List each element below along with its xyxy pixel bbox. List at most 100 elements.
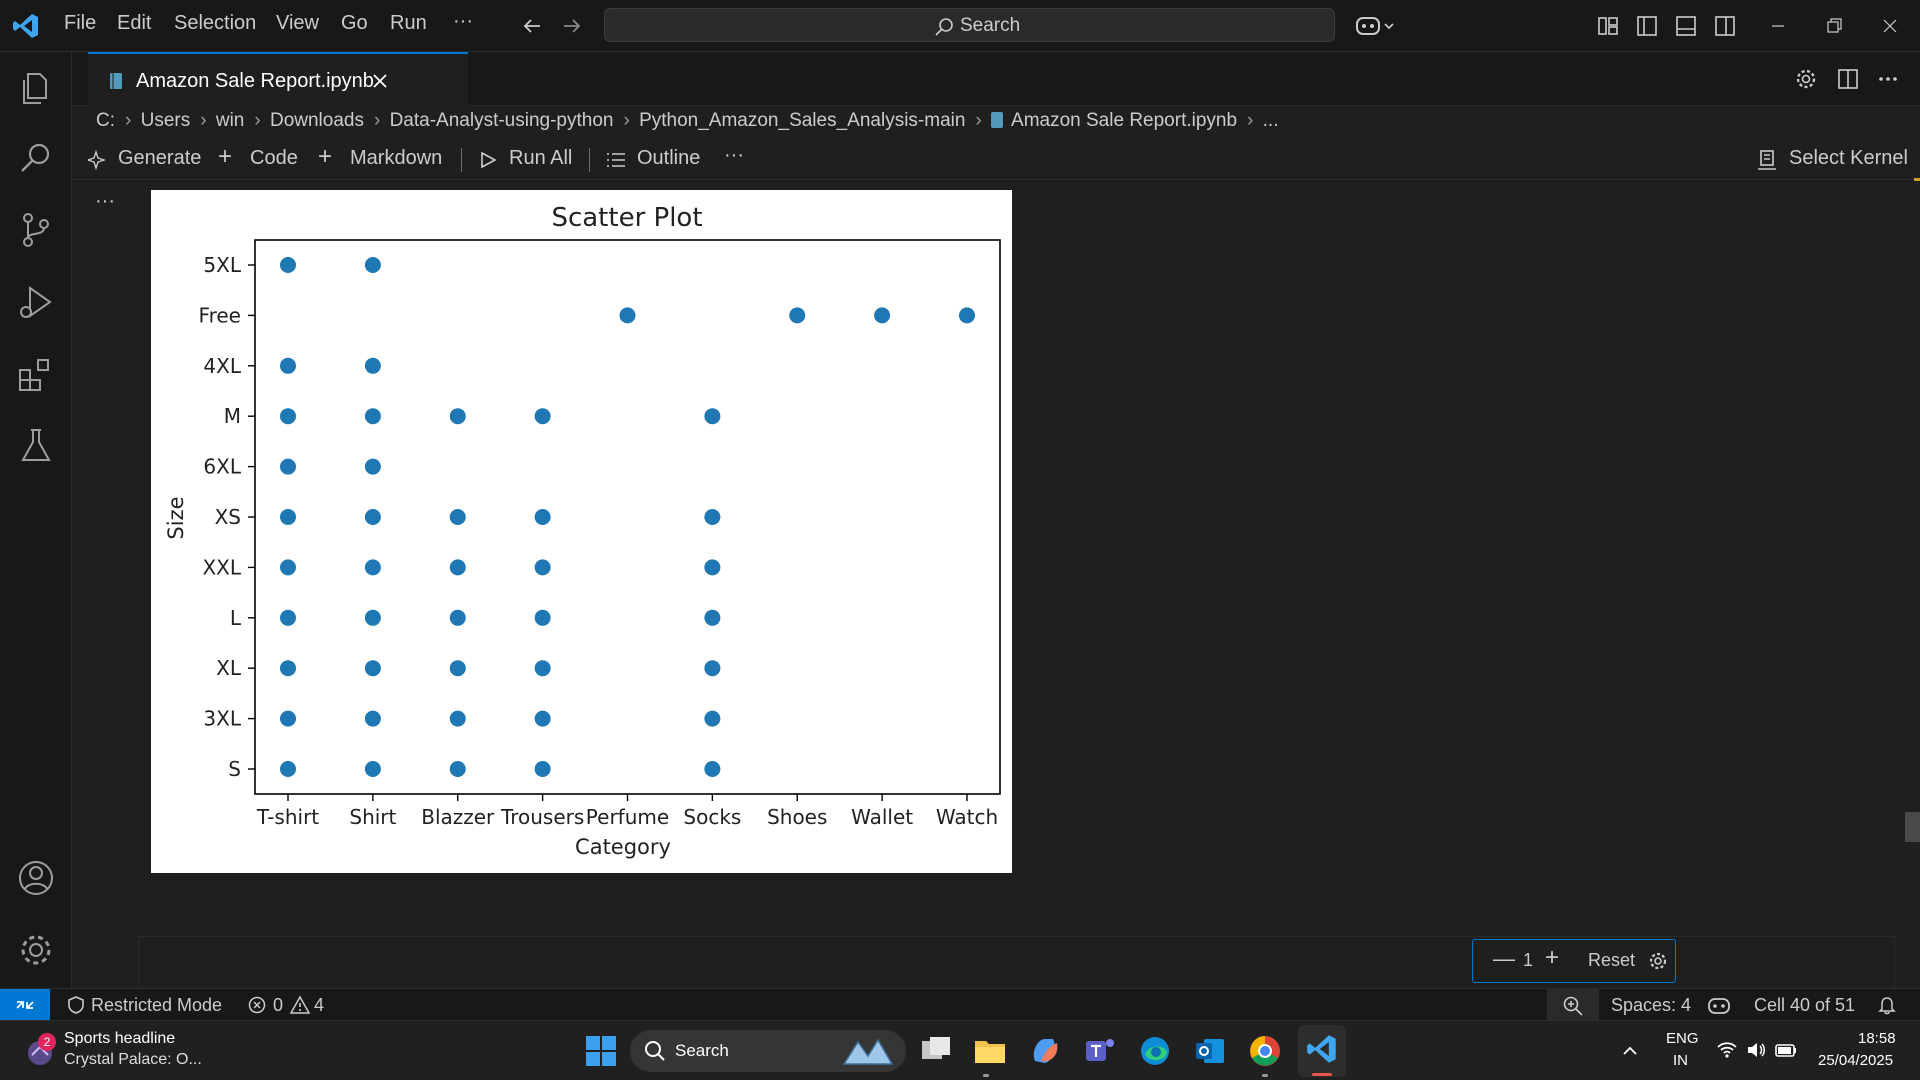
customize-layout-icon[interactable]	[1597, 15, 1619, 37]
breadcrumb-item[interactable]: Python_Amazon_Sales_Analysis-main	[639, 110, 965, 131]
explorer-icon[interactable]	[14, 66, 58, 110]
breadcrumb-item[interactable]: C:	[96, 110, 115, 131]
language-region[interactable]: IN	[1673, 1052, 1688, 1069]
restore-icon[interactable]	[1824, 16, 1844, 36]
menu-selection[interactable]: Selection	[174, 12, 256, 35]
error-count[interactable]: 0	[273, 995, 283, 1016]
scatter-point	[704, 660, 721, 677]
zoom-status-item[interactable]	[1547, 989, 1599, 1021]
manage-gear-icon[interactable]	[14, 928, 58, 972]
source-control-icon[interactable]	[14, 208, 58, 252]
close-tab-icon[interactable]	[370, 71, 390, 91]
scatter-point	[789, 307, 806, 324]
zoom-settings-gear-icon[interactable]	[1648, 951, 1668, 971]
more-actions-icon[interactable]	[1876, 67, 1900, 91]
breadcrumb-item[interactable]: win	[216, 110, 245, 131]
kernel-icon	[1758, 150, 1776, 170]
close-window-icon[interactable]	[1880, 16, 1900, 36]
chrome-icon[interactable]	[1247, 1033, 1283, 1069]
windows-start-icon[interactable]	[583, 1033, 619, 1069]
edge-icon[interactable]	[1137, 1033, 1173, 1069]
running-app-indicator	[1262, 1074, 1268, 1077]
editor-tab-row: Amazon Sale Report.ipynb	[72, 52, 1920, 106]
toggle-secondary-sidebar-icon[interactable]	[1714, 15, 1736, 37]
wifi-icon[interactable]	[1716, 1039, 1738, 1061]
menu-edit[interactable]: Edit	[117, 12, 151, 35]
notifications-bell-icon[interactable]	[1877, 995, 1897, 1015]
x-tick-label: Shoes	[767, 805, 827, 829]
chevron-up-icon[interactable]	[1620, 1041, 1640, 1061]
menu-run[interactable]: Run	[390, 12, 427, 35]
tab-amazon-sale-report[interactable]: Amazon Sale Report.ipynb	[88, 52, 468, 106]
warning-count[interactable]: 4	[314, 995, 324, 1016]
breadcrumb-item[interactable]: ...	[1263, 110, 1279, 131]
search-view-icon[interactable]	[14, 136, 58, 180]
breadcrumb-item[interactable]: Downloads	[270, 110, 364, 131]
run-all-button[interactable]: Run All	[509, 147, 572, 170]
news-subtitle[interactable]: Crystal Palace: O...	[64, 1051, 202, 1069]
chart-title: Scatter Plot	[551, 203, 702, 233]
breadcrumb-item[interactable]: Data-Analyst-using-python	[390, 110, 614, 131]
scatter-point	[534, 559, 551, 576]
accounts-icon[interactable]	[14, 856, 58, 900]
select-kernel-button[interactable]: Select Kernel	[1789, 147, 1908, 170]
taskbar-search[interactable]: Search	[630, 1030, 906, 1072]
x-tick-label: Blazzer	[421, 805, 495, 829]
toolbar-more-button[interactable]: ···	[724, 144, 744, 167]
scatter-point	[534, 660, 551, 677]
cell-output-more-button[interactable]: ···	[95, 190, 115, 213]
breadcrumb: C: › Users › win › Downloads › Data-Analyst-…	[96, 110, 1283, 136]
scatter-point	[364, 257, 381, 273]
vertical-scrollbar-thumb[interactable]	[1905, 812, 1920, 842]
toggle-primary-sidebar-icon[interactable]	[1636, 15, 1658, 37]
extensions-icon[interactable]	[14, 352, 58, 396]
scatter-point	[449, 559, 466, 576]
clock-date[interactable]: 25/04/2025	[1818, 1052, 1893, 1069]
restricted-mode-status[interactable]: Restricted Mode	[91, 995, 222, 1016]
command-search[interactable]: Search	[604, 8, 1335, 42]
menu-file[interactable]: File	[64, 12, 96, 35]
add-markdown-button[interactable]: Markdown	[350, 147, 442, 170]
zoom-reset-button[interactable]: Reset	[1588, 950, 1635, 971]
notebook-settings-gear-icon[interactable]	[1794, 67, 1818, 91]
menu-go[interactable]: Go	[341, 12, 368, 35]
forward-arrow-icon[interactable]	[560, 14, 584, 38]
breadcrumb-item[interactable]: Users	[141, 110, 191, 131]
copilot-app-icon[interactable]	[1027, 1033, 1063, 1069]
sparkle-icon	[88, 149, 107, 171]
minimize-icon[interactable]	[1768, 16, 1788, 36]
clock-time[interactable]: 18:58	[1858, 1030, 1896, 1047]
add-code-button[interactable]: Code	[250, 147, 298, 170]
breadcrumb-item[interactable]: Amazon Sale Report.ipynb	[1011, 110, 1237, 131]
y-tick-label: 5XL	[203, 253, 241, 277]
back-arrow-icon[interactable]	[520, 14, 544, 38]
menu-overflow[interactable]: ···	[453, 10, 473, 33]
toggle-panel-icon[interactable]	[1675, 15, 1697, 37]
news-title[interactable]: Sports headline	[64, 1030, 175, 1048]
zoom-level: 1	[1523, 950, 1534, 970]
file-explorer-icon[interactable]	[972, 1033, 1008, 1069]
cell-position-status[interactable]: Cell 40 of 51	[1754, 995, 1855, 1016]
task-view-icon[interactable]	[918, 1033, 954, 1069]
generate-button[interactable]: Generate	[118, 147, 201, 170]
zoom-in-button[interactable]: +	[1545, 944, 1559, 972]
vscode-taskbar-button[interactable]	[1298, 1025, 1346, 1077]
split-editor-icon[interactable]	[1836, 67, 1860, 91]
testing-flask-icon[interactable]	[14, 424, 58, 468]
outlook-icon[interactable]	[1192, 1033, 1228, 1069]
scatter-point	[280, 509, 296, 525]
run-debug-icon[interactable]	[14, 280, 58, 324]
battery-icon[interactable]	[1774, 1039, 1798, 1061]
remote-indicator[interactable]	[0, 989, 50, 1021]
language-code[interactable]: ENG	[1666, 1030, 1699, 1047]
news-widget-icon[interactable]: 2	[24, 1033, 58, 1069]
y-tick-label: M	[224, 404, 241, 428]
teams-icon[interactable]	[1082, 1033, 1118, 1069]
indentation-status[interactable]: Spaces: 4	[1611, 995, 1691, 1016]
menu-view[interactable]: View	[276, 12, 319, 35]
copilot-status-icon[interactable]	[1707, 994, 1731, 1016]
outline-button[interactable]: Outline	[637, 147, 700, 170]
copilot-icon[interactable]	[1354, 12, 1394, 40]
volume-icon[interactable]	[1745, 1039, 1767, 1061]
zoom-out-button[interactable]: —	[1493, 946, 1515, 972]
